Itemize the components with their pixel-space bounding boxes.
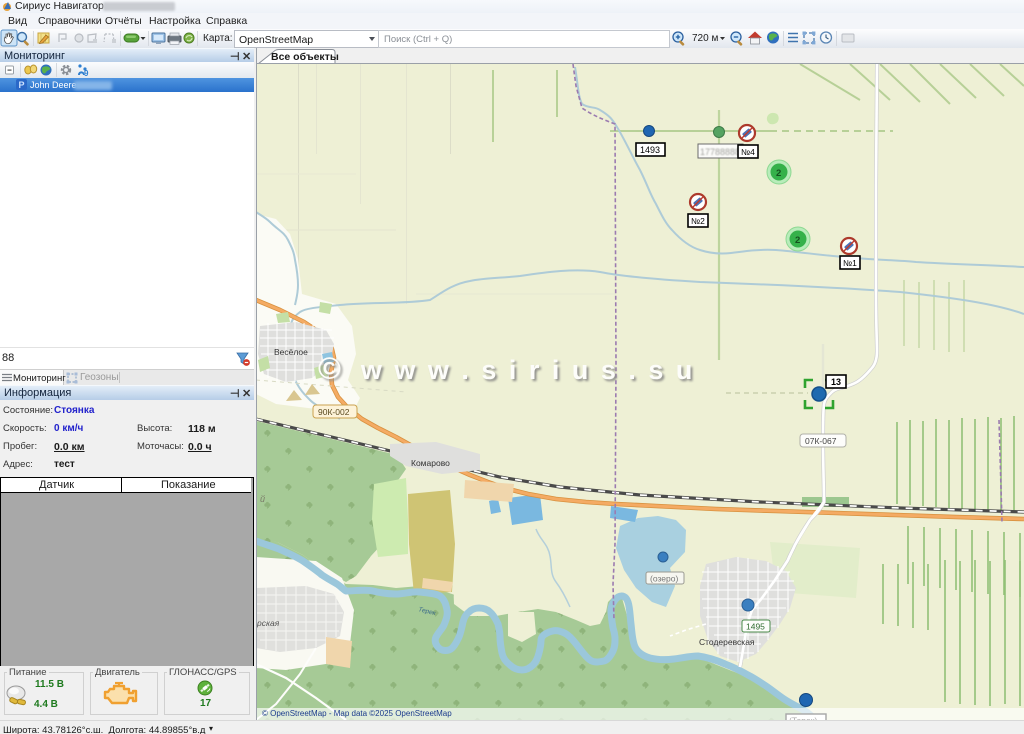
svg-text:(озеро): (озеро): [650, 574, 678, 584]
svg-text:№2: №2: [691, 216, 705, 226]
svg-text:720 м: 720 м: [692, 33, 718, 44]
svg-text:2: 2: [795, 235, 800, 246]
svg-text:Весёлое: Весёлое: [274, 347, 308, 357]
svg-text:№1: №1: [843, 258, 857, 268]
svg-text:P: P: [19, 80, 25, 90]
svg-text:9: 9: [84, 69, 89, 78]
svg-text:рская: рская: [256, 618, 280, 628]
svg-text:Стодеревская: Стодеревская: [699, 637, 755, 647]
svg-text:17788888: 17788888: [700, 147, 740, 157]
svg-text:07К-067: 07К-067: [805, 436, 837, 446]
svg-text:1495: 1495: [746, 622, 765, 632]
svg-text:№4: №4: [741, 147, 755, 157]
svg-text:13: 13: [831, 377, 841, 387]
svg-text:1493: 1493: [640, 145, 660, 155]
svg-text:90К-002: 90К-002: [318, 407, 350, 417]
svg-text:Комарово: Комарово: [411, 458, 450, 468]
svg-text:й: й: [260, 494, 265, 504]
svg-text:2: 2: [776, 168, 781, 179]
